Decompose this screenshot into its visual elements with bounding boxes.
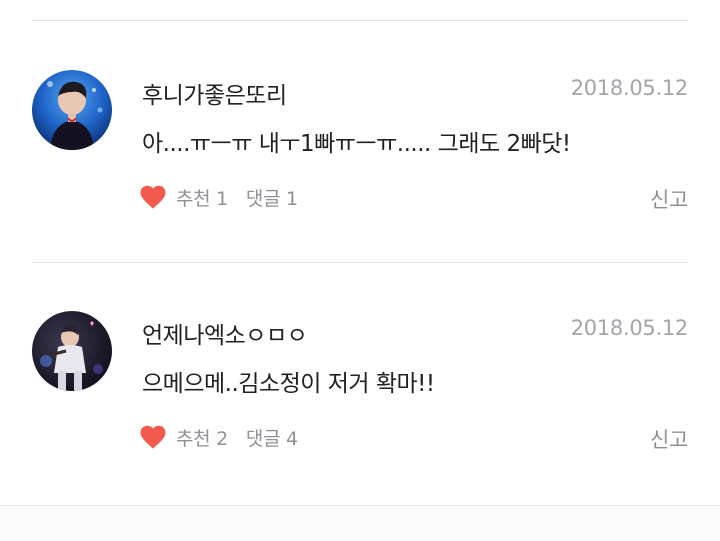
report-button[interactable]: 신고	[650, 424, 688, 454]
bottom-bar	[0, 505, 720, 541]
recommend-label: 추천	[176, 187, 211, 210]
reply-button[interactable]: 댓글 1	[246, 184, 298, 211]
comment-item: 후니가좋은또리 2018.05.12 아....ㅠㅡㅠ 내ㅜ1빠ㅠㅡㅠ.....…	[0, 40, 720, 240]
comment-text: 으메으메..김소정이 저거 확마!!	[142, 371, 435, 397]
recommend-button[interactable]: 추천 1	[176, 184, 228, 211]
avatar-image	[32, 311, 112, 391]
heart-icon[interactable]	[138, 422, 168, 452]
comment-author[interactable]: 후니가좋은또리	[142, 76, 287, 110]
comment-divider	[32, 262, 688, 263]
heart-icon[interactable]	[138, 182, 168, 212]
avatar[interactable]	[32, 311, 112, 391]
reply-button[interactable]: 댓글 4	[246, 424, 298, 451]
recommend-count: 2	[216, 427, 228, 450]
reply-count: 4	[286, 427, 298, 450]
top-divider	[32, 20, 688, 21]
comment-item: 언제나엑소ㅇㅁㅇ 2018.05.12 으메으메..김소정이 저거 확마!! 추…	[0, 280, 720, 480]
reply-label: 댓글	[245, 427, 281, 450]
reply-count: 1	[286, 187, 298, 210]
comment-text: 아....ㅠㅡㅠ 내ㅜ1빠ㅠㅡㅠ..... 그래도 2빠닷!	[142, 131, 571, 157]
avatar[interactable]	[32, 70, 112, 150]
avatar-image	[32, 70, 112, 150]
recommend-button[interactable]: 추천 2	[176, 424, 228, 451]
comment-date: 2018.05.12	[570, 76, 689, 100]
comment-author[interactable]: 언제나엑소ㅇㅁㅇ	[142, 316, 308, 350]
comment-actions: 추천 2 댓글 4	[138, 422, 298, 452]
comment-actions: 추천 1 댓글 1	[138, 182, 298, 212]
comment-date: 2018.05.12	[570, 316, 689, 340]
reply-label: 댓글	[245, 187, 281, 210]
report-button[interactable]: 신고	[650, 184, 688, 214]
recommend-count: 1	[216, 187, 228, 210]
recommend-label: 추천	[176, 427, 211, 450]
